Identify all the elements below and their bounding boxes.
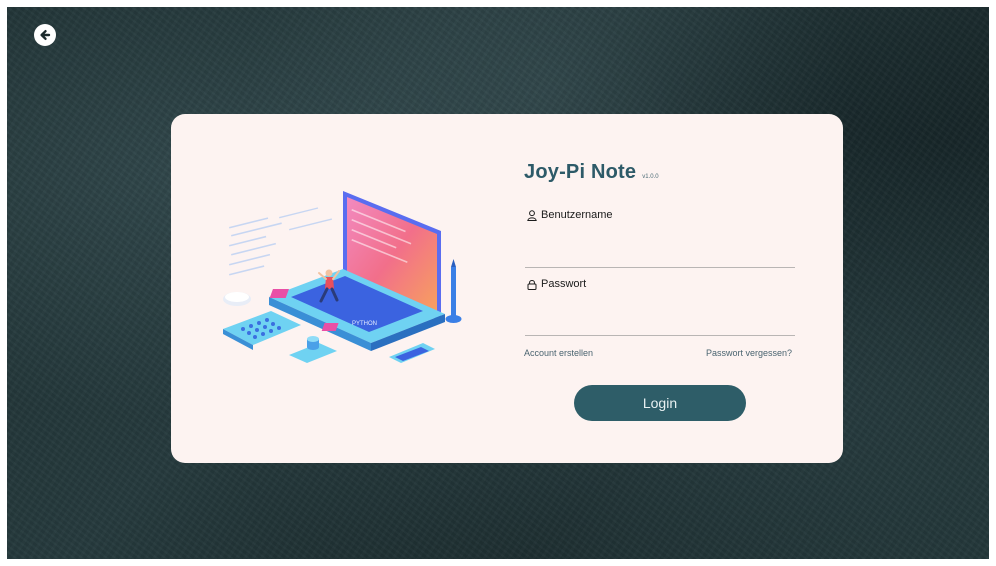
code-lines bbox=[229, 207, 333, 276]
lock-icon bbox=[527, 279, 537, 290]
username-input[interactable] bbox=[525, 245, 795, 268]
username-label-text: Benutzername bbox=[541, 209, 613, 221]
password-input[interactable] bbox=[525, 313, 795, 336]
login-button[interactable]: Login bbox=[574, 385, 746, 421]
forgot-password-link[interactable]: Passwort vergessen? bbox=[706, 348, 792, 358]
password-label-text: Passwort bbox=[541, 278, 587, 290]
app-header: Joy-Pi Note v1.0.0 bbox=[524, 161, 659, 184]
password-label: Passwort bbox=[527, 278, 586, 290]
arrow-left-icon bbox=[40, 30, 51, 40]
back-button[interactable] bbox=[34, 24, 56, 46]
login-card: PYTHON Joy-Pi Note v1.0.0 Benutzername P… bbox=[171, 114, 843, 463]
username-label: Benutzername bbox=[527, 209, 613, 221]
app-version: v1.0.0 bbox=[642, 174, 659, 180]
create-account-link[interactable]: Account erstellen bbox=[524, 348, 593, 358]
app-title: Joy-Pi Note bbox=[524, 161, 637, 183]
app-screen: PYTHON Joy-Pi Note v1.0.0 Benutzername P… bbox=[7, 7, 989, 559]
user-icon bbox=[527, 209, 537, 221]
laptop-illustration: PYTHON bbox=[223, 191, 462, 363]
python-label: PYTHON bbox=[352, 321, 377, 327]
